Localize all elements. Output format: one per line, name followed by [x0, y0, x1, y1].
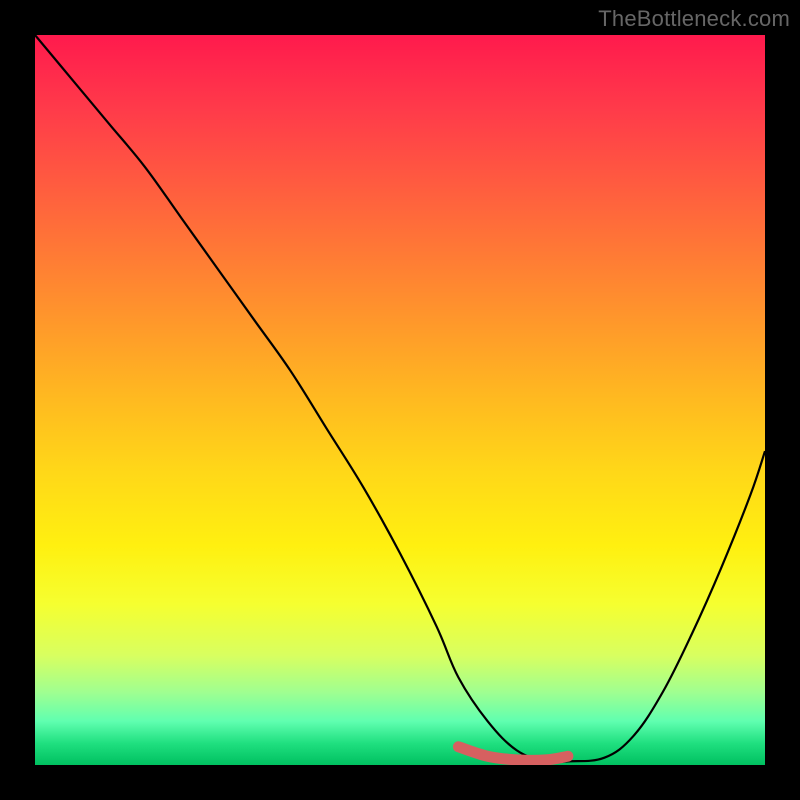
bottleneck-curve-path [35, 35, 765, 762]
plot-area [35, 35, 765, 765]
chart-svg [35, 35, 765, 765]
watermark-text: TheBottleneck.com [598, 6, 790, 32]
bottleneck-chart: TheBottleneck.com [0, 0, 800, 800]
